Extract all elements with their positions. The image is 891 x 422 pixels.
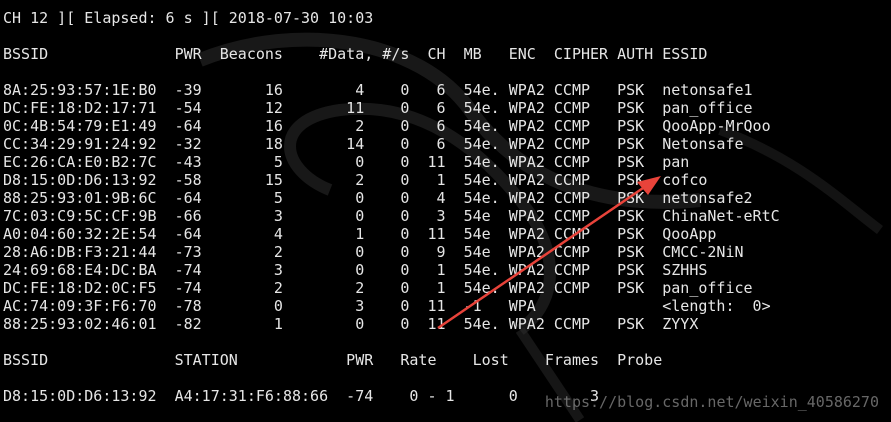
status-header-line: CH 12 ][ Elapsed: 6 s ][ 2018-07-30 10:0… (3, 9, 374, 27)
ap-table-row[interactable]: D8:15:0D:D6:13:92 -58 15 2 0 1 54e. WPA2… (3, 171, 707, 189)
station-table-row[interactable]: D8:15:0D:D6:13:92 A4:17:31:F6:88:66 -74 … (3, 387, 599, 405)
ap-table-row[interactable]: AC:74:09:3F:F6:70 -78 0 3 0 11 -1 WPA <l… (3, 297, 771, 315)
ap-table-row[interactable]: A0:04:60:32:2E:54 -64 4 1 0 11 54e WPA2 … (3, 225, 716, 243)
ap-table-row[interactable]: 0C:4B:54:79:E1:49 -64 16 2 0 6 54e. WPA2… (3, 117, 771, 135)
ap-table-row[interactable]: 7C:03:C9:5C:CF:9B -66 3 0 0 3 54e WPA2 C… (3, 207, 780, 225)
ap-table-row[interactable]: DC:FE:18:D2:17:71 -54 12 11 0 6 54e. WPA… (3, 99, 753, 117)
ap-table-row[interactable]: 8A:25:93:57:1E:B0 -39 16 4 0 6 54e. WPA2… (3, 81, 753, 99)
ap-table-row[interactable]: 24:69:68:E4:DC:BA -74 3 0 0 1 54e. WPA2 … (3, 261, 707, 279)
ap-table-row[interactable]: DC:FE:18:D2:0C:F5 -74 2 2 0 1 54e. WPA2 … (3, 279, 753, 297)
ap-table-row[interactable]: CC:34:29:91:24:92 -32 18 14 0 6 54e. WPA… (3, 135, 744, 153)
ap-table-header: BSSID PWR Beacons #Data, #/s CH MB ENC C… (3, 45, 708, 63)
ap-table-row[interactable]: 28:A6:DB:F3:21:44 -73 2 0 0 9 54e WPA2 C… (3, 243, 744, 261)
station-table-header: BSSID STATION PWR Rate Lost Frames Probe (3, 351, 663, 369)
ap-table-row[interactable]: 88:25:93:01:9B:6C -64 5 0 0 4 54e. WPA2 … (3, 189, 753, 207)
terminal-window[interactable]: CH 12 ][ Elapsed: 6 s ][ 2018-07-30 10:0… (0, 0, 891, 422)
ap-table-row[interactable]: 88:25:93:02:46:01 -82 1 0 0 11 54e. WPA2… (3, 315, 698, 333)
ap-table-row[interactable]: EC:26:CA:E0:B2:7C -43 5 0 0 11 54e. WPA2… (3, 153, 689, 171)
watermark-text: https://blog.csdn.net/weixin_40586270 (544, 393, 879, 411)
